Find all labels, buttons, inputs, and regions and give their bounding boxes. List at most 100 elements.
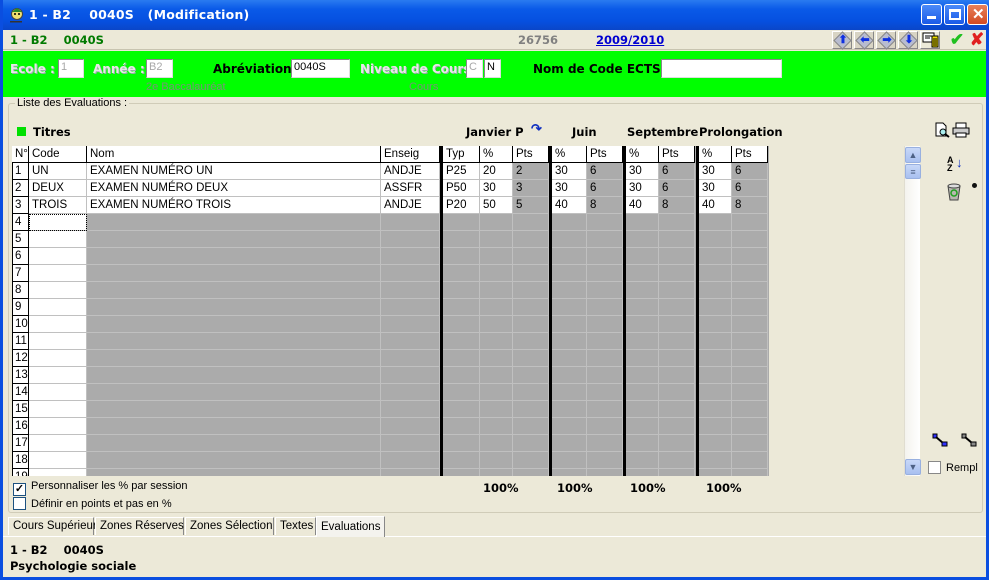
grid-cell[interactable]: 20 — [480, 163, 513, 180]
grid-cell[interactable] — [659, 214, 695, 231]
grid-cell[interactable] — [626, 316, 659, 333]
grid-cell[interactable] — [659, 418, 695, 435]
grid-cell[interactable] — [480, 316, 513, 333]
grid-cell[interactable] — [587, 384, 623, 401]
grid-cell[interactable] — [659, 401, 695, 418]
grid-cell[interactable]: 30 — [626, 163, 659, 180]
grid-cell[interactable] — [587, 299, 623, 316]
grid-cell[interactable] — [29, 469, 87, 476]
grid-cell[interactable] — [381, 418, 440, 435]
grid-cell[interactable] — [87, 265, 381, 282]
grid-cell[interactable] — [626, 469, 659, 476]
grid-cell[interactable] — [552, 401, 587, 418]
column-header[interactable]: Pts — [732, 146, 768, 163]
grid-cell[interactable] — [513, 435, 549, 452]
rempl-checkbox-box[interactable] — [928, 461, 941, 474]
tab-zones-selection[interactable]: Zones Sélection — [185, 517, 274, 535]
grid-cell[interactable]: ANDJE — [381, 163, 440, 180]
grid-cell[interactable] — [699, 469, 732, 476]
grid-cell[interactable] — [87, 316, 381, 333]
grid-cell[interactable] — [552, 316, 587, 333]
grid-cell[interactable]: P25 — [443, 163, 480, 180]
personnaliser-checkbox[interactable]: ✓ Personnaliser les % par session — [13, 480, 188, 496]
grid-cell[interactable] — [659, 350, 695, 367]
grid-cell[interactable] — [659, 384, 695, 401]
grid-cell[interactable]: 5 — [513, 197, 549, 214]
grid-cell[interactable] — [513, 299, 549, 316]
grid-cell[interactable] — [552, 418, 587, 435]
grid-cell[interactable] — [443, 452, 480, 469]
grid-cell[interactable] — [87, 367, 381, 384]
grid-cell[interactable] — [587, 282, 623, 299]
grid-cell[interactable] — [381, 316, 440, 333]
grid-cell[interactable] — [443, 350, 480, 367]
scroll-up-button[interactable]: ▲ — [905, 147, 921, 163]
grid-cell[interactable] — [513, 401, 549, 418]
grid-cell[interactable] — [87, 401, 381, 418]
grid-cell[interactable] — [443, 231, 480, 248]
cancel-button[interactable]: ✘ — [967, 30, 987, 50]
niveau-field-2[interactable]: N — [484, 59, 501, 78]
column-header[interactable]: Pts — [587, 146, 623, 163]
grid-cell[interactable] — [552, 452, 587, 469]
grid-cell[interactable]: 6 — [587, 163, 623, 180]
grid-cell[interactable] — [732, 265, 768, 282]
grid-cell[interactable]: EXAMEN NUMÉRO DEUX — [87, 180, 381, 197]
grid-cell[interactable]: 30 — [552, 180, 587, 197]
grid-cell[interactable] — [659, 452, 695, 469]
grid-cell[interactable]: UN — [29, 163, 87, 180]
abbreviation-field[interactable]: 0040S — [291, 59, 350, 78]
grid-cell[interactable] — [381, 333, 440, 350]
grid-cell[interactable] — [626, 231, 659, 248]
grid-cell[interactable] — [699, 316, 732, 333]
grid-cell[interactable] — [381, 384, 440, 401]
sort-az-icon[interactable]: AZ — [947, 156, 954, 173]
grid-cell[interactable] — [513, 469, 549, 476]
nav-left-button[interactable]: ⬅ — [854, 31, 874, 50]
grid-cell[interactable] — [587, 452, 623, 469]
grid-cell[interactable] — [381, 248, 440, 265]
grid-cell[interactable] — [626, 401, 659, 418]
titres-toggle[interactable]: Titres — [17, 125, 71, 139]
grid-cell[interactable] — [443, 299, 480, 316]
ecole-field[interactable]: 1 — [58, 59, 84, 78]
grid-cell[interactable]: 30 — [699, 163, 732, 180]
grid-cell[interactable]: 8 — [732, 197, 768, 214]
grid-cell[interactable] — [29, 265, 87, 282]
grid-cell[interactable] — [699, 333, 732, 350]
grid-cell[interactable] — [381, 265, 440, 282]
evaluations-grid[interactable]: N° Code Nom Enseig Typ% Pts% Pts% Pts% Pts 1 UN EXA… — [12, 146, 769, 476]
grid-cell[interactable]: 40 — [552, 197, 587, 214]
grid-cell[interactable] — [732, 248, 768, 265]
grid-cell[interactable] — [443, 248, 480, 265]
grid-cell[interactable] — [513, 333, 549, 350]
grid-cell[interactable] — [732, 282, 768, 299]
grid-cell[interactable] — [626, 452, 659, 469]
grid-cell[interactable] — [381, 299, 440, 316]
grid-cell[interactable] — [29, 299, 87, 316]
copy-session-icon[interactable]: ↷ — [531, 121, 542, 137]
grid-cell[interactable] — [699, 401, 732, 418]
grid-cell[interactable] — [626, 333, 659, 350]
grid-cell[interactable] — [699, 418, 732, 435]
grid-cell[interactable] — [87, 333, 381, 350]
recycle-bin-icon[interactable] — [946, 183, 962, 201]
grid-cell[interactable]: EXAMEN NUMÉRO UN — [87, 163, 381, 180]
grid-cell[interactable]: DEUX — [29, 180, 87, 197]
grid-cell[interactable] — [587, 418, 623, 435]
grid-cell[interactable] — [29, 452, 87, 469]
grid-cell[interactable] — [659, 282, 695, 299]
grid-cell[interactable]: 30 — [480, 180, 513, 197]
grid-cell[interactable] — [626, 282, 659, 299]
personnaliser-checkbox-box[interactable]: ✓ — [13, 483, 26, 496]
grid-cell[interactable] — [381, 350, 440, 367]
grid-cell[interactable] — [443, 384, 480, 401]
grid-cell[interactable] — [732, 231, 768, 248]
grid-cell[interactable] — [443, 214, 480, 231]
grid-cell[interactable]: 8 — [659, 197, 695, 214]
grid-cell[interactable] — [732, 452, 768, 469]
grid-cell[interactable] — [480, 469, 513, 476]
grid-cell[interactable] — [480, 384, 513, 401]
minimize-button[interactable] — [921, 4, 942, 25]
maximize-button[interactable] — [944, 4, 965, 25]
